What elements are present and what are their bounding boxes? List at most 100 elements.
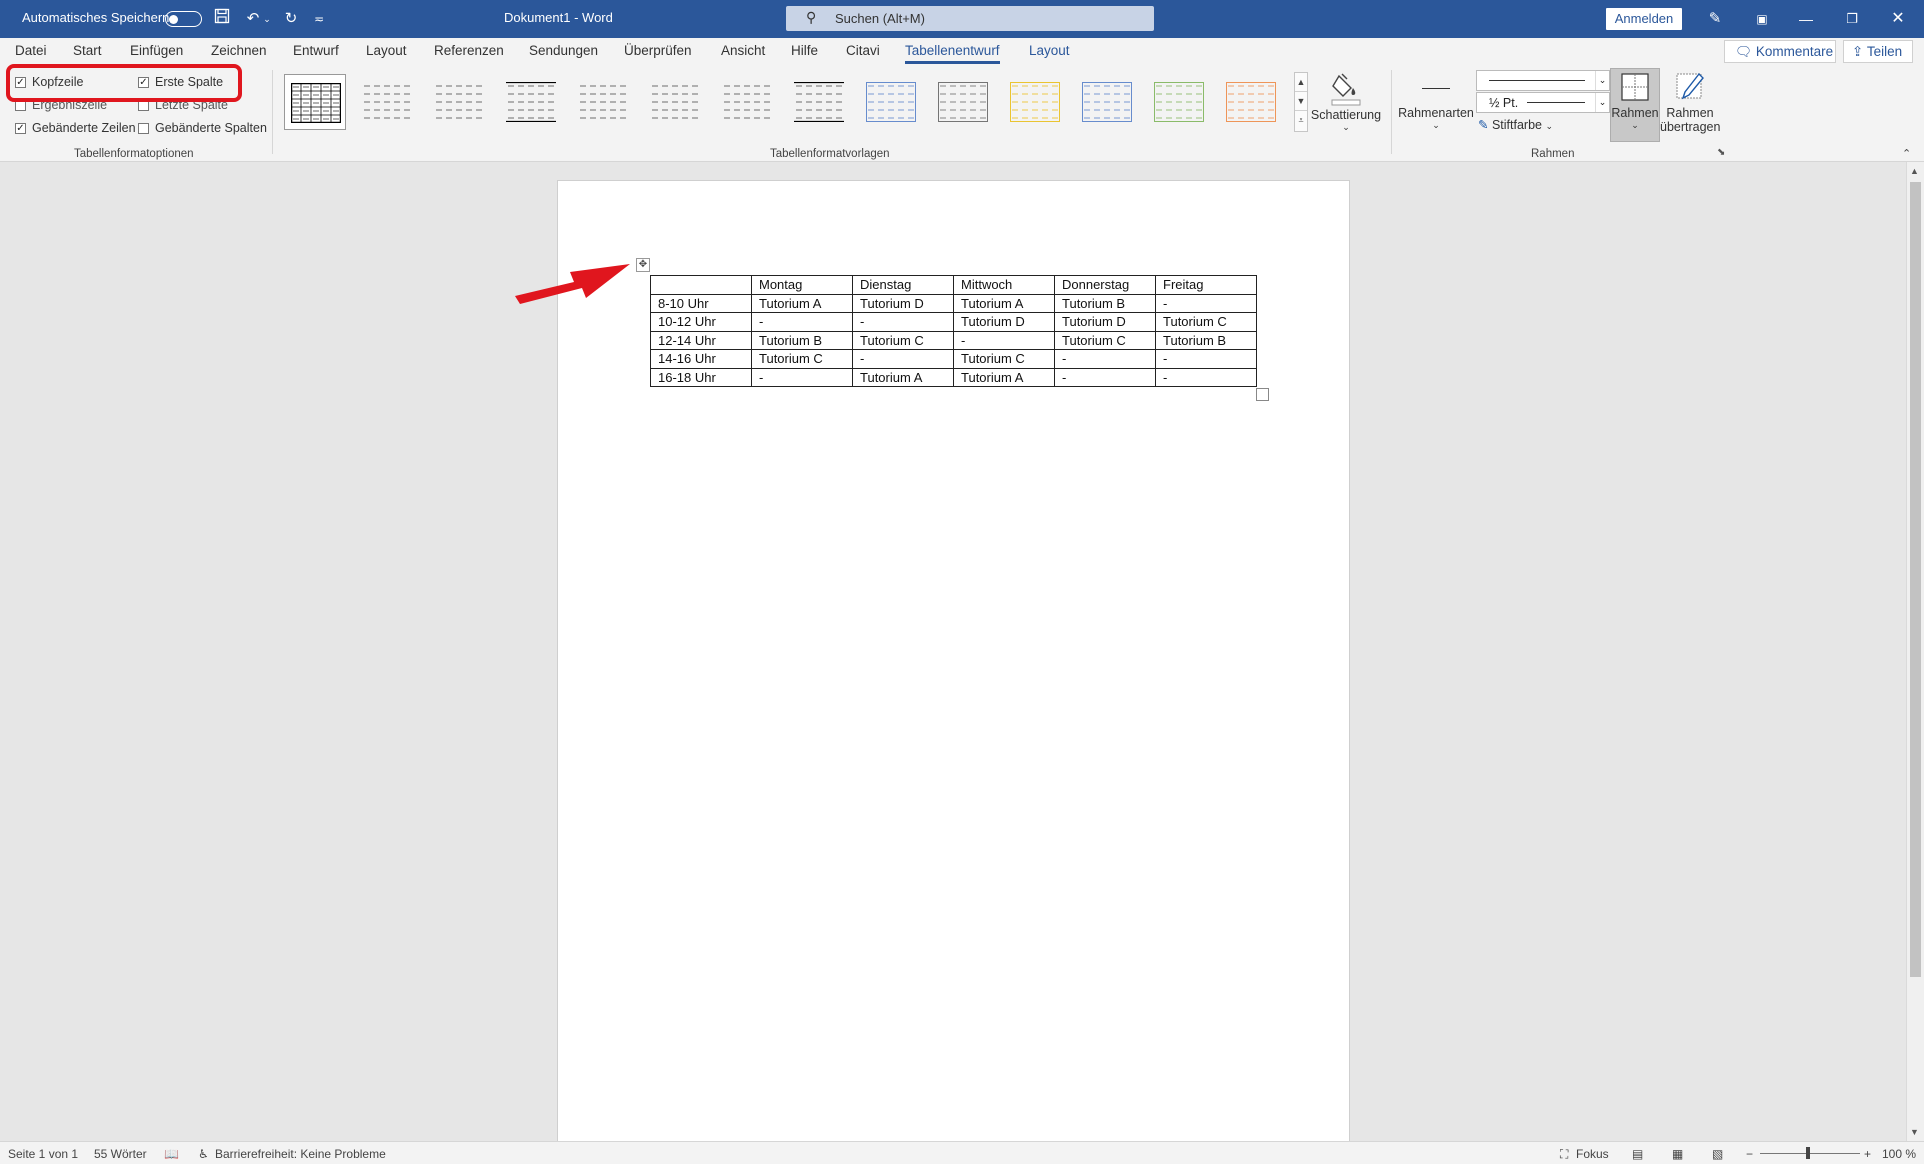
ribbon-display-icon[interactable]: ▣: [1742, 4, 1782, 34]
table-cell[interactable]: -: [1054, 349, 1156, 369]
close-icon[interactable]: ✕: [1878, 4, 1918, 34]
undo-dropdown-icon[interactable]: ⌄: [261, 8, 273, 30]
minimize-icon[interactable]: —: [1786, 4, 1826, 34]
table-cell[interactable]: -: [1054, 367, 1156, 387]
share-button[interactable]: ⇪ Teilen: [1843, 40, 1913, 63]
accessibility-status[interactable]: Barrierefreiheit: Keine Probleme: [215, 1147, 386, 1161]
table-style-thumbnail[interactable]: [1076, 74, 1138, 130]
table-cell[interactable]: Donnerstag: [1054, 275, 1156, 295]
table-style-grid[interactable]: [284, 74, 346, 130]
tab-start[interactable]: Start: [73, 43, 102, 58]
scroll-down-icon[interactable]: ▼: [1910, 1127, 1919, 1137]
table-style-thumbnail[interactable]: [788, 74, 850, 130]
table-cell[interactable]: Tutorium A: [751, 293, 853, 313]
pen-icon[interactable]: ✎: [1704, 8, 1726, 30]
print-layout-icon[interactable]: ▦: [1672, 1147, 1683, 1161]
tab-zeichnen[interactable]: Zeichnen: [211, 43, 267, 58]
zoom-slider[interactable]: [1760, 1153, 1860, 1154]
tab-sendungen[interactable]: Sendungen: [529, 43, 598, 58]
signin-button[interactable]: Anmelden: [1606, 8, 1682, 30]
table-style-thumbnail[interactable]: [356, 74, 418, 130]
scroll-up-icon[interactable]: ▲: [1910, 166, 1919, 176]
table-cell[interactable]: -: [953, 330, 1055, 350]
table-cell[interactable]: Tutorium A: [953, 293, 1055, 313]
table-style-thumbnail[interactable]: [860, 74, 922, 130]
table-cell[interactable]: Tutorium C: [1054, 330, 1156, 350]
borders-button[interactable]: Rahmen ⌄: [1610, 70, 1660, 131]
search-box[interactable]: ⚲ Suchen (Alt+M): [786, 6, 1154, 31]
table-cell[interactable]: 8-10 Uhr: [650, 293, 752, 313]
tab-citavi[interactable]: Citavi: [846, 43, 880, 58]
autosave-toggle[interactable]: [165, 11, 202, 27]
tab-tabellenentwurf[interactable]: Tabellenentwurf: [905, 43, 1000, 64]
table-cell[interactable]: Tutorium C: [852, 330, 954, 350]
page-count[interactable]: Seite 1 von 1: [8, 1147, 78, 1161]
table-style-thumbnail[interactable]: [716, 74, 778, 130]
collapse-ribbon-icon[interactable]: ⌃: [1902, 147, 1911, 160]
shading-button[interactable]: Schattierung ⌄: [1310, 70, 1382, 133]
table-cell[interactable]: Dienstag: [852, 275, 954, 295]
tab-einfuegen[interactable]: Einfügen: [130, 43, 183, 58]
gallery-more-icon[interactable]: ⩡: [1295, 111, 1307, 130]
table-cell[interactable]: 16-18 Uhr: [650, 367, 752, 387]
table-cell[interactable]: Tutorium C: [751, 349, 853, 369]
table-cell[interactable]: Freitag: [1155, 275, 1257, 295]
table-style-thumbnail[interactable]: [1004, 74, 1066, 130]
table-resize-handle[interactable]: [1256, 388, 1269, 401]
table-cell[interactable]: 12-14 Uhr: [650, 330, 752, 350]
tab-table-layout[interactable]: Layout: [1029, 43, 1070, 58]
table-style-thumbnail[interactable]: [500, 74, 562, 130]
table-cell[interactable]: [650, 275, 752, 295]
customize-toolbar-icon[interactable]: ≂: [308, 8, 330, 30]
zoom-slider-knob[interactable]: [1806, 1147, 1810, 1159]
border-painter-button[interactable]: Rahmen übertragen: [1660, 70, 1720, 134]
table-cell[interactable]: Tutorium D: [1054, 312, 1156, 332]
table-cell[interactable]: Tutorium D: [852, 293, 954, 313]
gallery-down-icon[interactable]: ▼: [1295, 92, 1307, 111]
line-weight-dropdown[interactable]: ½ Pt. ⌄: [1476, 92, 1610, 113]
table-cell[interactable]: -: [1155, 367, 1257, 387]
table-cell[interactable]: Montag: [751, 275, 853, 295]
banded-rows-checkbox[interactable]: ✓ Gebänderte Zeilen: [15, 121, 136, 135]
table-cell[interactable]: -: [1155, 349, 1257, 369]
table-cell[interactable]: Tutorium D: [953, 312, 1055, 332]
table-cell[interactable]: Tutorium A: [852, 367, 954, 387]
line-style-dropdown[interactable]: ⌄: [1476, 70, 1610, 91]
table-style-thumbnail[interactable]: [1148, 74, 1210, 130]
redo-icon[interactable]: ↻: [280, 8, 302, 30]
table-style-thumbnail[interactable]: [572, 74, 634, 130]
proofing-icon[interactable]: 📖: [164, 1147, 179, 1161]
save-icon[interactable]: [211, 8, 233, 30]
table-cell[interactable]: -: [751, 367, 853, 387]
table-cell[interactable]: Tutorium C: [1155, 312, 1257, 332]
web-layout-icon[interactable]: ▧: [1712, 1147, 1723, 1161]
focus-mode-label[interactable]: Fokus: [1576, 1147, 1609, 1161]
restore-icon[interactable]: ❐: [1832, 4, 1872, 34]
tab-ueberpruefen[interactable]: Überprüfen: [624, 43, 692, 58]
table-cell[interactable]: -: [751, 312, 853, 332]
table-cell[interactable]: Tutorium B: [1155, 330, 1257, 350]
zoom-level[interactable]: 100 %: [1882, 1147, 1916, 1161]
table-style-thumbnail[interactable]: [644, 74, 706, 130]
table-cell[interactable]: -: [1155, 293, 1257, 313]
table-cell[interactable]: Tutorium B: [1054, 293, 1156, 313]
border-styles-button[interactable]: Rahmenarten ⌄: [1398, 70, 1474, 131]
tab-layout[interactable]: Layout: [366, 43, 407, 58]
tab-hilfe[interactable]: Hilfe: [791, 43, 818, 58]
zoom-out-icon[interactable]: −: [1746, 1147, 1753, 1161]
table-style-thumbnail[interactable]: [1220, 74, 1282, 130]
word-count[interactable]: 55 Wörter: [94, 1147, 147, 1161]
table-cell[interactable]: Tutorium A: [953, 367, 1055, 387]
zoom-in-icon[interactable]: +: [1864, 1147, 1871, 1161]
comments-button[interactable]: 🗨 Kommentare: [1724, 40, 1836, 63]
gallery-up-icon[interactable]: ▲: [1295, 73, 1307, 92]
table-style-thumbnail[interactable]: [932, 74, 994, 130]
table-move-handle-icon[interactable]: ✥: [636, 258, 650, 272]
tab-ansicht[interactable]: Ansicht: [721, 43, 765, 58]
table-cell[interactable]: 10-12 Uhr: [650, 312, 752, 332]
tab-datei[interactable]: Datei: [15, 43, 47, 58]
tab-referenzen[interactable]: Referenzen: [434, 43, 504, 58]
table-cell[interactable]: Mittwoch: [953, 275, 1055, 295]
borders-dialog-launcher-icon[interactable]: ⬊: [1717, 147, 1725, 158]
pen-color-button[interactable]: ✎ Stiftfarbe ⌄: [1478, 117, 1553, 132]
